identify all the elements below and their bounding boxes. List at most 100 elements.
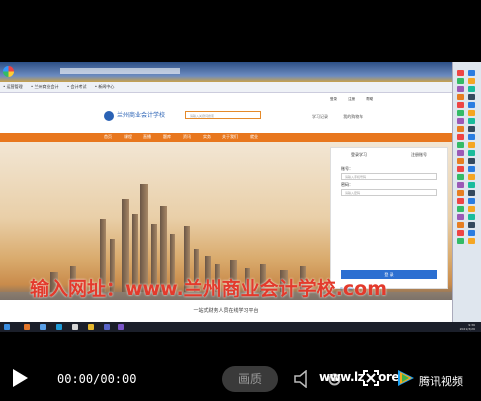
nav-item[interactable]: 关于我们 (222, 134, 238, 140)
toolbar-app-icon[interactable] (457, 182, 464, 188)
cart-link[interactable]: 我的购物车 (343, 114, 363, 119)
nav-item[interactable]: 课程 (124, 134, 132, 140)
toolbar-app-icon[interactable] (468, 94, 475, 100)
playback-time: 00:00/00:00 (57, 372, 137, 386)
taskbar-app-icon[interactable] (104, 324, 110, 330)
toolbar-app-icon[interactable] (457, 230, 464, 236)
login-tab[interactable]: 登录学习 (351, 152, 367, 158)
toolbar-app-icon[interactable] (457, 126, 464, 132)
study-record-link[interactable]: 学习记录 (312, 114, 328, 119)
toolbar-app-icon[interactable] (468, 126, 475, 132)
toolbar-app-icon[interactable] (468, 134, 475, 140)
toolbar-app-icon[interactable] (468, 78, 475, 84)
toolbar-app-icon[interactable] (457, 198, 464, 204)
toolbar-app-icon[interactable] (468, 150, 475, 156)
bookmarks-bar: • 运营管理 • 兰州商业会计 • 会计考试 • 新闻中心 (0, 82, 452, 93)
nav-item[interactable]: 实务 (203, 134, 211, 140)
school-logo-text[interactable]: 兰州商业会计学校 (117, 110, 165, 119)
taskbar-app-icon[interactable] (118, 324, 124, 330)
password-label: 密码： (341, 182, 353, 187)
start-icon[interactable] (4, 324, 10, 330)
volume-icon[interactable] (294, 370, 314, 388)
toolbar-app-icon[interactable] (468, 230, 475, 236)
toolbar-app-icon[interactable] (457, 78, 464, 84)
toolbar-app-icon[interactable] (468, 182, 475, 188)
toolbar-app-icon[interactable] (457, 214, 464, 220)
toolbar-app-icon[interactable] (468, 190, 475, 196)
toolbar-app-icon[interactable] (457, 110, 464, 116)
taskbar-app-icon[interactable] (40, 324, 46, 330)
account-input[interactable]: 请输入手机号码 (341, 173, 437, 180)
toolbar-app-icon[interactable] (468, 166, 475, 172)
main-nav: 首页 课程 直播 题库 资讯 实务 关于我们 就业 (0, 133, 452, 142)
slogan-text: 一站式财务人员在线学习平台 (193, 308, 259, 314)
watermark-url: www.lz ore (319, 370, 399, 384)
desktop-icon-toolbar (452, 62, 481, 332)
quality-button[interactable]: 画质 (222, 366, 278, 392)
toolbar-app-icon[interactable] (457, 206, 464, 212)
bookmark-item[interactable]: • 新闻中心 (95, 84, 115, 90)
toolbar-app-icon[interactable] (468, 102, 475, 108)
toolbar-app-icon[interactable] (457, 158, 464, 164)
taskbar-app-icon[interactable] (56, 324, 62, 330)
video-frame[interactable]: • 运营管理 • 兰州商业会计 • 会计考试 • 新闻中心 兰州商业会计学校 请… (0, 62, 481, 332)
toolbar-app-icon[interactable] (468, 110, 475, 116)
header-right-links: 学习记录 我的购物车 (312, 114, 377, 120)
toolbar-app-icon[interactable] (468, 198, 475, 204)
toolbar-app-icon[interactable] (468, 86, 475, 92)
toolbar-app-icon[interactable] (457, 86, 464, 92)
top-links: 登录 注册 帮助 (330, 97, 383, 102)
nav-item[interactable]: 资讯 (183, 134, 191, 140)
address-bar[interactable] (60, 68, 180, 74)
nav-item[interactable]: 首页 (104, 134, 112, 140)
toolbar-app-icon[interactable] (468, 214, 475, 220)
taskbar-app-icon[interactable] (72, 324, 78, 330)
nav-item[interactable]: 题库 (163, 134, 171, 140)
toolbar-app-icon[interactable] (457, 70, 464, 76)
toolbar-app-icon[interactable] (457, 222, 464, 228)
tencent-video-logo-icon (398, 370, 414, 386)
toolbar-app-icon[interactable] (457, 94, 464, 100)
top-link[interactable]: 帮助 (366, 97, 373, 101)
fullscreen-icon[interactable] (362, 369, 380, 387)
register-tab[interactable]: 注册账号 (411, 152, 427, 158)
toolbar-app-icon[interactable] (468, 158, 475, 164)
toolbar-app-icon[interactable] (457, 174, 464, 180)
password-input[interactable]: 请输入密码 (341, 189, 437, 196)
toolbar-app-icon[interactable] (468, 206, 475, 212)
toolbar-app-icon[interactable] (457, 102, 464, 108)
system-clock: 9:36 2021/3/26 (459, 323, 475, 331)
overlay-caption: 输入网址：www.兰州商业会计学校.com (30, 278, 387, 300)
login-panel: 登录学习 注册账号 账号： 请输入手机号码 密码： 请输入密码 登 录 (330, 147, 448, 289)
taskbar-app-icon[interactable] (88, 324, 94, 330)
top-link[interactable]: 注册 (348, 97, 355, 101)
top-link[interactable]: 登录 (330, 97, 337, 101)
toolbar-app-icon[interactable] (468, 142, 475, 148)
toolbar-app-icon[interactable] (457, 142, 464, 148)
toolbar-app-icon[interactable] (457, 238, 464, 244)
toolbar-app-icon[interactable] (457, 118, 464, 124)
brand-name: 腾讯视频 (419, 375, 463, 388)
taskbar-app-icon[interactable] (24, 324, 30, 330)
account-label: 账号： (341, 166, 353, 171)
bookmark-item[interactable]: • 会计考试 (67, 84, 87, 90)
bookmark-item[interactable]: • 运营管理 (3, 84, 23, 90)
toolbar-app-icon[interactable] (468, 222, 475, 228)
site-search-input[interactable]: 请输入关键词搜索 (185, 111, 261, 119)
browser-logo-icon (3, 66, 14, 77)
toolbar-app-icon[interactable] (457, 190, 464, 196)
toolbar-app-icon[interactable] (468, 118, 475, 124)
toolbar-app-icon[interactable] (457, 134, 464, 140)
nav-item[interactable]: 就业 (250, 134, 258, 140)
play-icon[interactable] (13, 369, 28, 387)
bookmark-item[interactable]: • 兰州商业会计 (31, 84, 59, 90)
letterbox-bottom (0, 332, 481, 358)
toolbar-app-icon[interactable] (468, 70, 475, 76)
nav-item[interactable]: 直播 (143, 134, 151, 140)
toolbar-app-icon[interactable] (468, 174, 475, 180)
toolbar-app-icon[interactable] (457, 166, 464, 172)
browser-toolbar (0, 62, 452, 82)
toolbar-app-icon[interactable] (468, 238, 475, 244)
school-logo-icon (104, 111, 114, 121)
toolbar-app-icon[interactable] (457, 150, 464, 156)
